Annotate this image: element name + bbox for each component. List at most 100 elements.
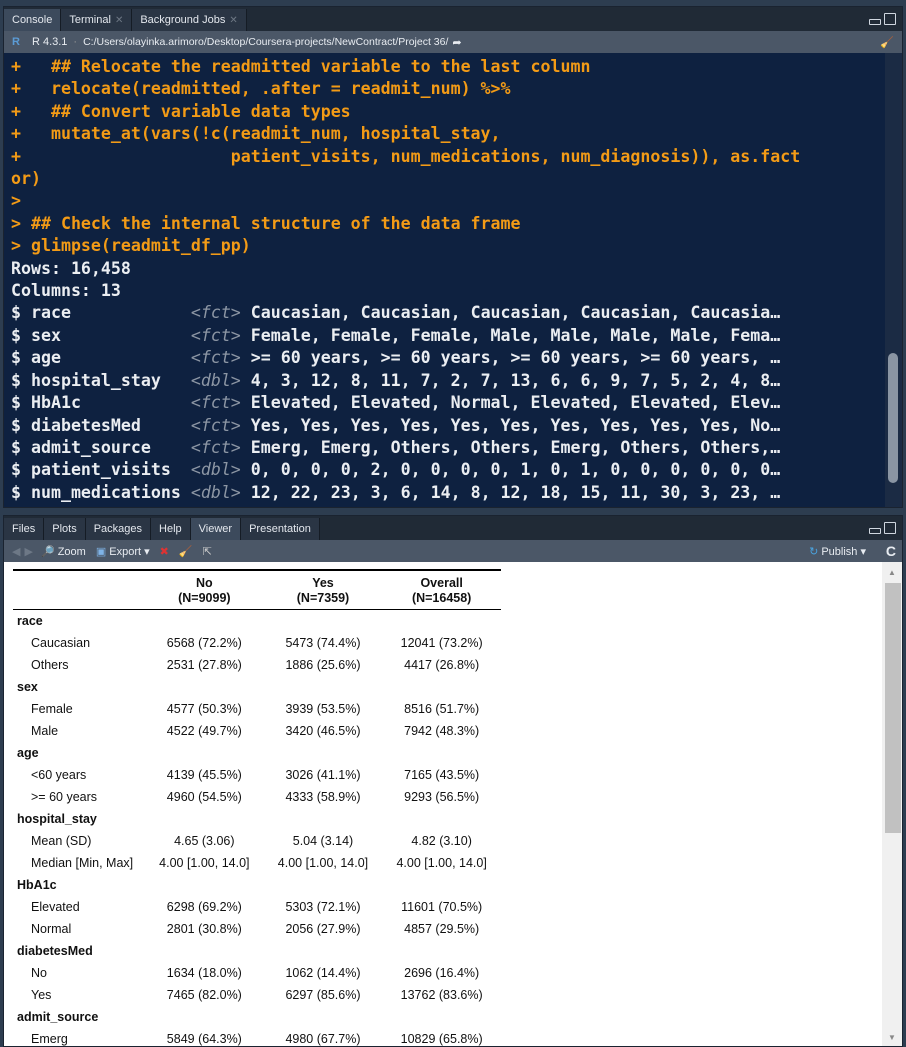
table-cell: 4.82 (3.10) <box>411 833 472 848</box>
scroll-up-icon[interactable]: ▲ <box>888 568 896 577</box>
column-type: <dbl> <box>190 482 241 502</box>
table-cell: 4522 (49.7%) <box>166 723 242 738</box>
working-directory[interactable]: C:/Users/olayinka.arimoro/Desktop/Course… <box>83 36 448 48</box>
tab-console[interactable]: Console <box>4 9 62 31</box>
table-row: Emerg 5849 (64.3%) 4980 (67.7%) 10829 (65.8… <box>13 1028 501 1047</box>
table-cell: 2056 (27.9%) <box>285 921 361 936</box>
table-cell: 4.00 [1.00, 14.0] <box>277 855 369 870</box>
tab-label: Terminal <box>69 14 111 26</box>
table-cell: 7465 (82.0%) <box>166 987 242 1002</box>
goto-directory-icon[interactable]: ➦ <box>452 36 461 49</box>
console-line: Rows: 16,458 <box>11 258 131 278</box>
tab-terminal[interactable]: Terminal ✕ <box>61 9 133 31</box>
close-icon[interactable]: ✕ <box>115 15 123 26</box>
table-row: >= 60 years 4960 (54.5%) 4333 (58.9%) 9293 … <box>13 786 501 808</box>
console-scrollbar[interactable] <box>885 53 902 507</box>
tab-background-jobs[interactable]: Background Jobs ✕ <box>132 9 247 31</box>
publish-label: Publish <box>821 545 858 558</box>
maximize-icon[interactable] <box>884 13 896 25</box>
column-header: Overall (N=16458) <box>382 569 501 610</box>
tab-label: Presentation <box>249 523 311 535</box>
viewer-tabbar: Files Plots Packages Help Viewer Presentation <box>4 516 902 540</box>
tab-label: Plots <box>52 523 77 535</box>
group-row: admit_source <box>13 1006 501 1028</box>
table-cell: 6297 (85.6%) <box>285 987 361 1002</box>
minimize-icon[interactable] <box>869 19 881 25</box>
viewer-scrollbar[interactable]: ▲ ▼ <box>882 562 902 1046</box>
forward-arrow-icon[interactable]: ▶ <box>24 545 32 558</box>
console-line: or) <box>11 169 41 189</box>
console-line: + patient_visits, num_medications, num_d… <box>11 146 801 166</box>
table-cell: 7165 (43.5%) <box>404 767 480 782</box>
console-line: > glimpse(readmit_df_pp) <box>11 236 251 256</box>
column-type: <dbl> <box>190 460 241 480</box>
row-label: Caucasian <box>31 635 91 650</box>
console-line: Columns: 13 <box>11 281 121 301</box>
clear-all-icon[interactable]: 🧹 <box>179 545 193 558</box>
group-label: admit_source <box>17 1009 99 1024</box>
viewer-pane: Files Plots Packages Help Viewer Presentation… <box>3 515 903 1047</box>
tab-label: Viewer <box>198 523 233 535</box>
glimpse-row: $ num_medications <dbl> 12, 22, 23, 3, 6… <box>11 482 800 504</box>
close-icon[interactable]: ✕ <box>229 15 237 26</box>
console-line: + ## Convert variable data types <box>11 101 351 121</box>
zoom-label: Zoom <box>57 545 86 558</box>
console-line: + relocate(readmitted, .after = readmit_… <box>11 79 511 99</box>
export-button[interactable]: ▣ Export ▾ <box>96 545 150 558</box>
tab-files[interactable]: Files <box>4 518 45 540</box>
header-label: Yes <box>312 576 334 590</box>
table-cell: 9293 (56.5%) <box>404 789 480 804</box>
table-row: Male 4522 (49.7%) 3420 (46.5%) 7942 (48.3%) <box>13 720 501 742</box>
column-values: Elevated, Elevated, Normal, Elevated, El… <box>240 393 781 413</box>
minimize-icon[interactable] <box>869 528 881 534</box>
row-label: Female <box>31 701 73 716</box>
table-row: No 1634 (18.0%) 1062 (14.4%) 2696 (16.4%) <box>13 962 501 984</box>
row-label: Yes <box>31 987 52 1002</box>
console-pane: Console Terminal ✕ Background Jobs ✕ R R 4… <box>3 6 903 508</box>
remove-viewer-icon[interactable]: ✖ <box>160 545 169 558</box>
scroll-down-icon[interactable]: ▼ <box>888 1033 896 1042</box>
glimpse-row: $ diabetesMed <fct> Yes, Yes, Yes, Yes, … <box>11 415 800 437</box>
refresh-icon[interactable]: C <box>886 543 896 559</box>
table-row: <60 years 4139 (45.5%) 3026 (41.1%) 7165 (4… <box>13 764 501 786</box>
table-row: Median [Min, Max] 4.00 [1.00, 14.0] 4.00 [… <box>13 852 501 874</box>
column-values: 4, 3, 12, 8, 11, 7, 2, 7, 13, 6, 6, 9, 7… <box>240 370 781 390</box>
column-name: $ age <box>11 348 181 368</box>
show-in-window-icon[interactable]: ⇱ <box>203 545 212 558</box>
column-type: <fct> <box>190 325 241 345</box>
tab-label: Files <box>12 523 36 535</box>
column-type: <fct> <box>190 437 241 457</box>
table-cell: 3420 (46.5%) <box>285 723 361 738</box>
column-header: Yes (N=7359) <box>263 569 383 610</box>
tab-presentation[interactable]: Presentation <box>241 518 320 540</box>
glimpse-row: $ HbA1c <fct> Elevated, Elevated, Normal… <box>11 392 800 414</box>
zoom-button[interactable]: 🔎 Zoom <box>41 545 86 558</box>
tab-label: Console <box>12 14 53 26</box>
table-cell: 1062 (14.4%) <box>285 965 361 980</box>
table-cell: 4960 (54.5%) <box>166 789 242 804</box>
tab-packages[interactable]: Packages <box>85 518 152 540</box>
console-line: > ## Check the internal structure of the… <box>11 213 521 233</box>
tab-label: Help <box>159 523 182 535</box>
tab-viewer[interactable]: Viewer <box>190 518 242 540</box>
publish-button[interactable]: ↻ Publish ▾ <box>809 545 866 558</box>
tab-help[interactable]: Help <box>151 518 191 540</box>
column-header: No (N=9099) <box>145 569 264 610</box>
console-output[interactable]: + ## Relocate the readmitted variable to… <box>4 53 902 507</box>
row-label: Elevated <box>31 899 80 914</box>
table-cell: 4.00 [1.00, 14.0] <box>396 855 487 870</box>
column-name: $ patient_visits <box>11 460 181 480</box>
back-arrow-icon[interactable]: ◀ <box>12 545 20 558</box>
column-type: <fct> <box>190 393 241 413</box>
glimpse-row: $ sex <fct> Female, Female, Female, Male… <box>11 325 800 347</box>
table-cell: 4417 (26.8%) <box>404 657 480 672</box>
tab-plots[interactable]: Plots <box>44 518 86 540</box>
header-n: (N=7359) <box>296 591 350 605</box>
table-cell: 4980 (67.7%) <box>285 1031 361 1046</box>
maximize-icon[interactable] <box>884 522 896 534</box>
clear-console-icon[interactable]: 🧹 <box>880 36 894 49</box>
table-cell: 5473 (74.4%) <box>285 635 361 650</box>
table-cell: 10829 (65.8%) <box>400 1031 483 1046</box>
table-cell: 2696 (16.4%) <box>404 965 480 980</box>
table-cell: 4.00 [1.00, 14.0] <box>159 855 250 870</box>
